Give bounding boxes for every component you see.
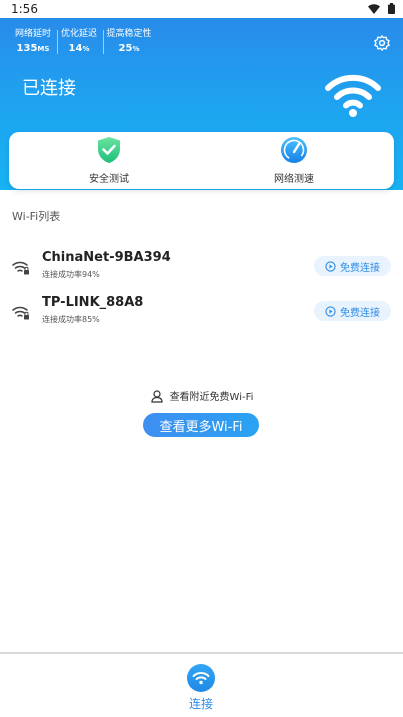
divider [0,652,403,654]
stat-label: 优化延迟 [60,29,97,39]
wifi-icon [187,664,215,692]
wifi-lock-icon [12,261,29,275]
stat-value: 14% [68,43,90,54]
stats-bar: 网络延时 135MS 优化延迟 14% 提高稳定性 25% [0,28,403,58]
wifi-lock-icon [12,306,29,320]
nav-label: 连接 [188,697,213,711]
divider [103,30,104,54]
stat-stability: 提高稳定性 25% [105,28,153,56]
free-connect-label: 免费连接 [340,307,380,319]
tool-label: 网络测速 [274,174,314,185]
wifi-success-rate: 连接成功率94% [42,270,100,279]
nearby-label: 查看附近免费Wi-Fi [169,392,254,403]
wifi-name: ChinaNet-9BA394 [42,250,171,265]
tools-card: 安全测试 网络测速 [9,132,394,189]
status-time: 1:56 [11,2,38,16]
connection-status: 已连接 [22,78,76,99]
divider [57,30,58,54]
tool-label: 安全测试 [89,174,129,185]
stat-label: 网络延时 [14,29,51,39]
nav-item-connect[interactable]: 连接 [176,664,226,712]
nearby-free-wifi[interactable]: 查看附近免费Wi-Fi [0,388,403,406]
wifi-success-rate: 连接成功率85% [42,315,100,324]
stat-value: 25% [118,43,140,54]
free-connect-button[interactable]: 免费连接 [314,256,391,276]
tool-security-test[interactable]: 安全测试 [49,136,169,185]
wifi-icon [325,74,381,117]
section-title: Wi-Fi列表 [12,210,61,223]
stat-label: 提高稳定性 [106,29,152,39]
tool-speed-test[interactable]: 网络测速 [234,136,354,185]
play-circle-icon [325,305,336,317]
stat-latency: 网络延时 135MS [13,28,53,56]
battery-icon [388,3,395,14]
play-circle-icon [325,260,336,272]
free-connect-label: 免费连接 [340,262,380,274]
wifi-name: TP-LINK_88A8 [42,295,144,310]
wifi-list-item[interactable]: ChinaNet-9BA394 连接成功率94% 免费连接 [0,250,403,290]
gear-icon[interactable] [373,34,391,52]
free-connect-button[interactable]: 免费连接 [314,301,391,321]
stat-value: 135MS [16,43,50,54]
wifi-signal-icon [368,3,380,14]
status-bar: 1:56 [0,0,403,18]
speedometer-icon [281,137,307,163]
more-wifi-button[interactable]: 查看更多Wi-Fi [143,413,259,437]
stat-optimize: 优化延迟 14% [59,28,99,56]
location-person-icon [150,389,163,403]
wifi-list-item[interactable]: TP-LINK_88A8 连接成功率85% 免费连接 [0,295,403,335]
shield-check-icon [98,137,120,163]
bottom-nav: 连接 [0,660,403,717]
